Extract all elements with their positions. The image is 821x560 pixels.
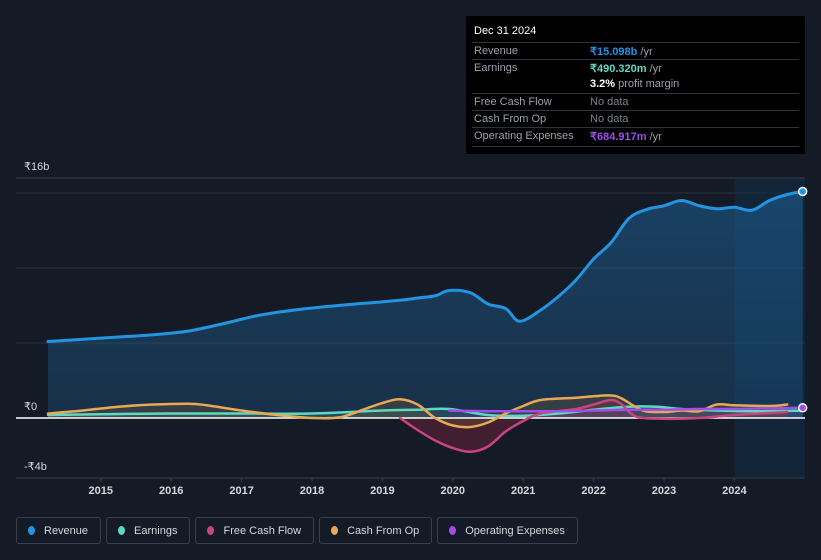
- x-tick-label: 2016: [159, 485, 183, 497]
- tooltip-row-value: ₹15.098b /yr: [590, 46, 653, 58]
- legend-item-earnings[interactable]: Earnings: [106, 517, 191, 544]
- legend-item-operating-expenses[interactable]: Operating Expenses: [437, 517, 578, 544]
- x-tick-label: 2015: [89, 485, 113, 497]
- legend: Revenue Earnings Free Cash Flow Cash From O…: [16, 517, 578, 544]
- legend-dot-icon: [118, 526, 126, 535]
- revenue-area: [48, 191, 803, 418]
- tooltip-row: Free Cash Flow No data: [472, 93, 799, 111]
- tooltip-row: Cash From Op No data: [472, 110, 799, 128]
- x-tick-label: 2023: [652, 485, 676, 497]
- x-tick-label: 2024: [722, 485, 747, 497]
- tooltip-row-value: No data: [590, 113, 629, 125]
- tooltip-divider: [472, 146, 799, 147]
- legend-item-free-cash-flow[interactable]: Free Cash Flow: [195, 517, 315, 544]
- legend-dot-icon: [207, 526, 215, 535]
- operating-expenses-end-marker: [797, 403, 808, 413]
- tooltip-row-label: Revenue: [474, 45, 519, 57]
- x-tick-label: 2017: [229, 485, 253, 497]
- x-tick-label: 2020: [441, 485, 465, 497]
- legend-label: Revenue: [44, 524, 89, 537]
- tooltip-row-label: Operating Expenses: [474, 130, 574, 142]
- tooltip-row-value: ₹684.917m /yr: [590, 131, 662, 143]
- legend-item-revenue[interactable]: Revenue: [16, 517, 102, 544]
- tooltip-row-label: Earnings: [474, 62, 518, 74]
- x-axis-labels: 2015 2016 2017 2018 2019 2020 2021 2022 2023 2024: [89, 478, 748, 497]
- legend-label: Free Cash Flow: [223, 524, 302, 537]
- x-tick-label: 2019: [370, 485, 394, 497]
- revenue-end-marker: [797, 186, 808, 197]
- y-axis-labels: ₹16b ₹0 -₹4b: [24, 161, 49, 473]
- legend-label: Earnings: [134, 524, 178, 537]
- tooltip-row-value: 3.2% profit margin: [590, 78, 680, 90]
- tooltip-row-value: No data: [590, 96, 629, 108]
- x-tick-label: 2022: [581, 485, 605, 497]
- legend-item-cash-from-op[interactable]: Cash From Op: [319, 517, 433, 544]
- legend-dot-icon: [28, 526, 35, 535]
- tooltip: Dec 31 2024 Revenue ₹15.098b /yr Earnings ₹…: [466, 16, 805, 154]
- tooltip-row-label: Free Cash Flow: [474, 96, 552, 108]
- legend-label: Cash From Op: [347, 524, 420, 537]
- tooltip-row: Revenue ₹15.098b /yr: [472, 42, 799, 60]
- y-tick-label: -₹4b: [24, 461, 47, 473]
- legend-dot-icon: [449, 526, 457, 535]
- tooltip-row: 3.2% profit margin: [472, 76, 799, 93]
- tooltip-row-value: ₹490.320m /yr: [590, 63, 662, 75]
- tooltip-row: Operating Expenses ₹684.917m /yr: [472, 127, 799, 145]
- tooltip-date: Dec 31 2024: [474, 25, 537, 37]
- legend-label: Operating Expenses: [465, 524, 565, 537]
- x-tick-label: 2021: [511, 485, 535, 497]
- tooltip-row: Earnings ₹490.320m /yr: [472, 59, 799, 77]
- y-tick-label: ₹0: [24, 401, 37, 413]
- tooltip-row-label: Cash From Op: [474, 113, 547, 125]
- legend-dot-icon: [331, 526, 339, 535]
- y-tick-label: ₹16b: [24, 161, 49, 173]
- x-tick-label: 2018: [300, 485, 324, 497]
